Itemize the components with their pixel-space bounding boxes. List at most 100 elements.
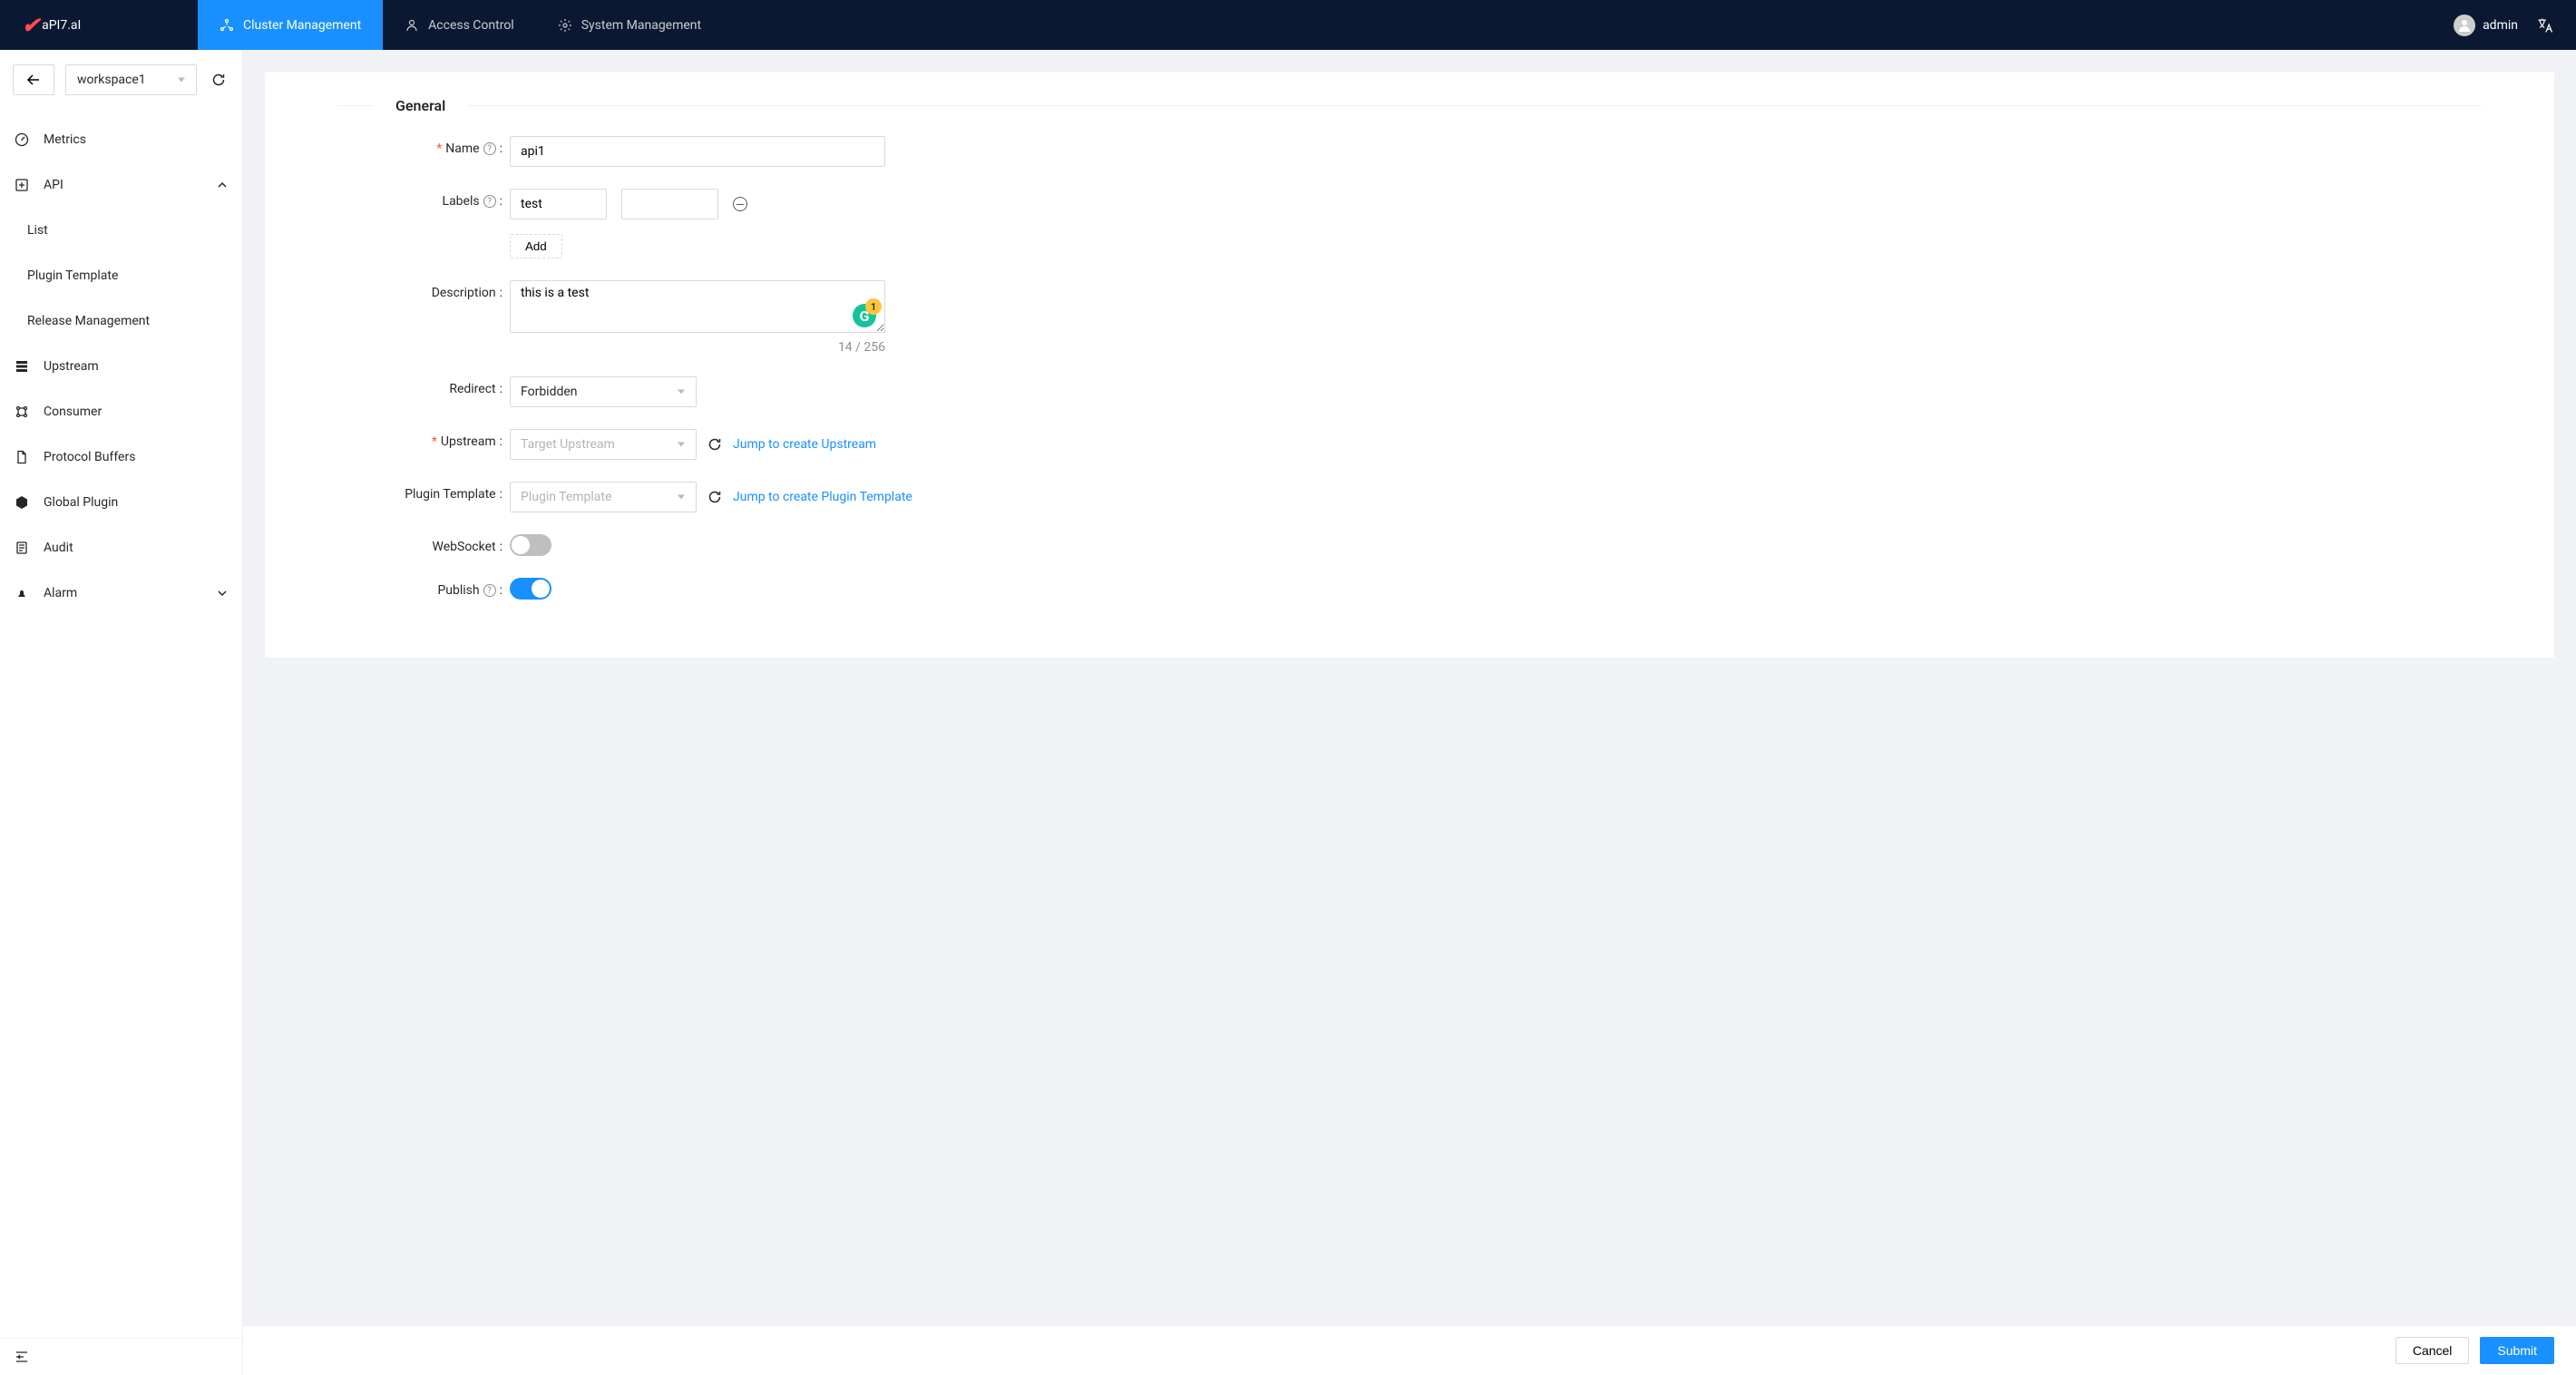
back-button[interactable] [13,64,54,95]
label-value-input[interactable] [621,189,718,219]
create-upstream-link[interactable]: Jump to create Upstream [733,437,876,452]
submit-button[interactable]: Submit [2480,1337,2554,1364]
section-title: General [395,97,445,114]
label-name: * Name ? : [337,136,510,156]
upstream-select[interactable]: Target Upstream [510,429,697,460]
help-icon[interactable]: ? [483,584,496,597]
label-websocket: WebSocket : [337,534,510,554]
label-key-input[interactable] [510,189,607,219]
upstream-placeholder: Target Upstream [521,437,615,452]
file-icon [15,450,29,464]
sidebar-label: API [44,178,63,192]
chevron-up-icon [217,180,228,190]
plugin-template-select[interactable]: Plugin Template [510,482,697,512]
label-upstream: * Upstream : [337,429,510,449]
sidebar-item-api[interactable]: API [0,162,242,208]
required-mark: * [436,141,442,156]
logo-text: aPI7.aI [42,18,81,33]
sidebar-label: Audit [44,541,73,555]
sidebar-item-global-plugin[interactable]: Global Plugin [0,480,242,525]
sidebar-item-consumer[interactable]: Consumer [0,389,242,434]
sidebar-item-api-plugin-template[interactable]: Plugin Template [0,253,242,298]
content: General * Name ? : [243,50,2576,1326]
section-header-general: General [337,97,2482,114]
sidebar-item-audit[interactable]: Audit [0,525,242,570]
sidebar-label: Release Management [27,314,150,328]
description-counter: 14 / 256 [510,340,885,355]
logo-icon: ✔ [22,13,40,38]
sidebar-label: Upstream [44,359,99,374]
label-description: Description : [337,280,510,300]
row-upstream: * Upstream : Target Upstream Jump to cre… [337,429,2482,460]
workspace-bar: workspace1 [0,50,242,110]
help-icon[interactable]: ? [483,142,496,155]
label-redirect: Redirect : [337,376,510,396]
top-nav: Cluster Management Access Control System… [198,0,2432,50]
workspace-select[interactable]: workspace1 [65,64,197,95]
nav-system-management[interactable]: System Management [536,0,723,50]
footer-actions: Cancel Submit [243,1326,2576,1375]
remove-label-button[interactable] [733,197,747,211]
sidebar-item-metrics[interactable]: Metrics [0,117,242,162]
language-icon[interactable] [2536,16,2554,34]
sidebar-label: Metrics [44,132,86,147]
user-menu[interactable]: admin [2454,15,2518,36]
refresh-workspace-button[interactable] [208,69,229,91]
audit-icon [15,541,29,555]
nav-label: Cluster Management [243,18,361,33]
cube-icon [15,495,29,510]
sidebar-label: Consumer [44,405,102,419]
name-input[interactable] [510,136,885,167]
redirect-select[interactable]: Forbidden [510,376,697,407]
row-publish: Publish ? : [337,578,2482,600]
publish-toggle[interactable] [510,578,551,600]
gauge-icon [15,132,29,147]
form-card: General * Name ? : [265,72,2554,658]
plugin-template-placeholder: Plugin Template [521,490,611,504]
sidebar-label: Plugin Template [27,268,118,283]
chevron-down-icon [217,588,228,599]
consumer-icon [15,405,29,419]
create-plugin-template-link[interactable]: Jump to create Plugin Template [733,490,912,504]
label-plugin-template: Plugin Template : [337,482,510,502]
sidebar-label: Protocol Buffers [44,450,135,464]
help-icon[interactable]: ? [483,195,496,208]
gear-icon [558,18,572,33]
refresh-plugin-template-button[interactable] [707,490,722,504]
logo: ✔ aPI7.aI [0,13,198,38]
cluster-icon [220,18,234,33]
description-textarea[interactable] [510,280,885,333]
collapse-sidebar-button[interactable] [0,1338,242,1375]
header-right: admin [2432,15,2576,36]
sidebar-item-alarm[interactable]: Alarm [0,570,242,616]
redirect-value: Forbidden [521,385,578,399]
row-name: * Name ? : [337,136,2482,167]
refresh-upstream-button[interactable] [707,437,722,452]
row-websocket: WebSocket : [337,534,2482,556]
row-plugin-template: Plugin Template : Plugin Template Jump t… [337,482,2482,512]
main: General * Name ? : [243,50,2576,1375]
alarm-icon [15,586,29,600]
top-header: ✔ aPI7.aI Cluster Management Access Cont… [0,0,2576,50]
nav-access-control[interactable]: Access Control [383,0,536,50]
sidebar-item-protocol-buffers[interactable]: Protocol Buffers [0,434,242,480]
nav-cluster-management[interactable]: Cluster Management [198,0,383,50]
nav-label: Access Control [428,18,514,33]
api-icon [15,178,29,192]
required-mark: * [432,434,437,449]
sidebar-menu: Metrics API List Plugin Template Release… [0,110,242,1338]
websocket-toggle[interactable] [510,534,551,556]
label-publish: Publish ? : [337,578,510,598]
row-labels: Labels ? : Add [337,189,2482,258]
grammarly-badge: 1 [865,298,882,315]
sidebar-label: List [27,223,48,238]
grammarly-icon[interactable]: G 1 [853,304,876,327]
sidebar-item-api-list[interactable]: List [0,208,242,253]
sidebar-item-api-release-management[interactable]: Release Management [0,298,242,344]
sidebar-label: Alarm [44,586,77,600]
user-icon [405,18,419,33]
nav-label: System Management [581,18,701,33]
cancel-button[interactable]: Cancel [2395,1337,2470,1364]
add-label-button[interactable]: Add [510,234,562,258]
sidebar-item-upstream[interactable]: Upstream [0,344,242,389]
